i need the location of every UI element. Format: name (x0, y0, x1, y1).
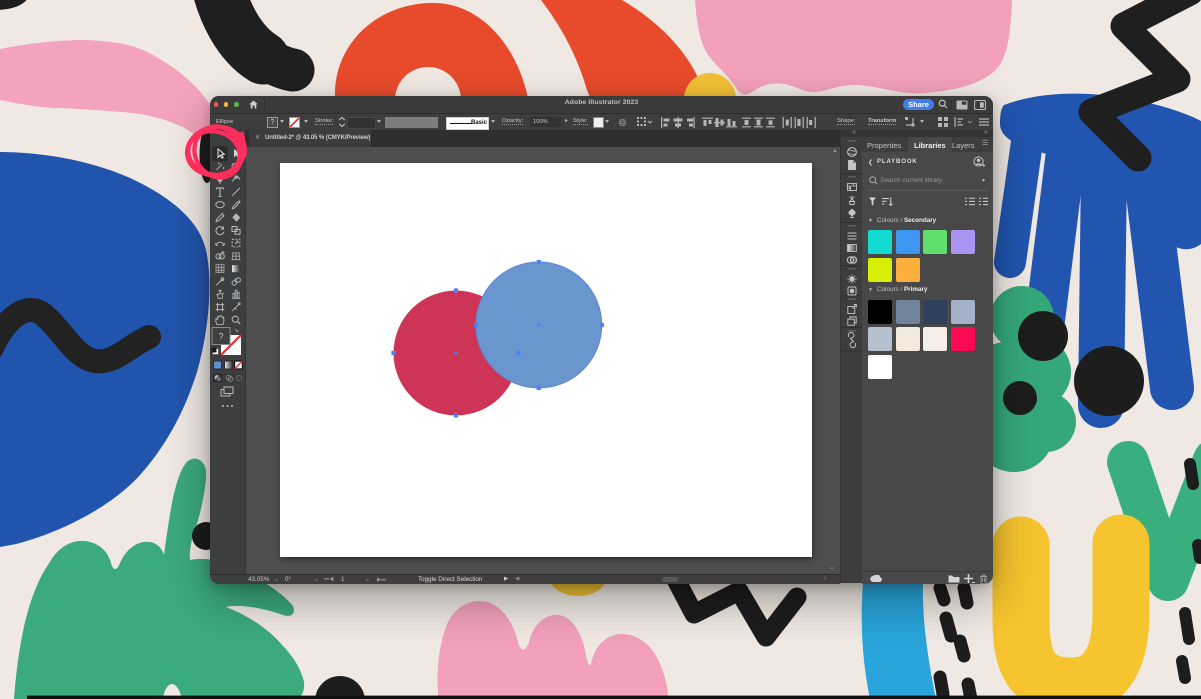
svg-text:?: ? (218, 332, 223, 342)
